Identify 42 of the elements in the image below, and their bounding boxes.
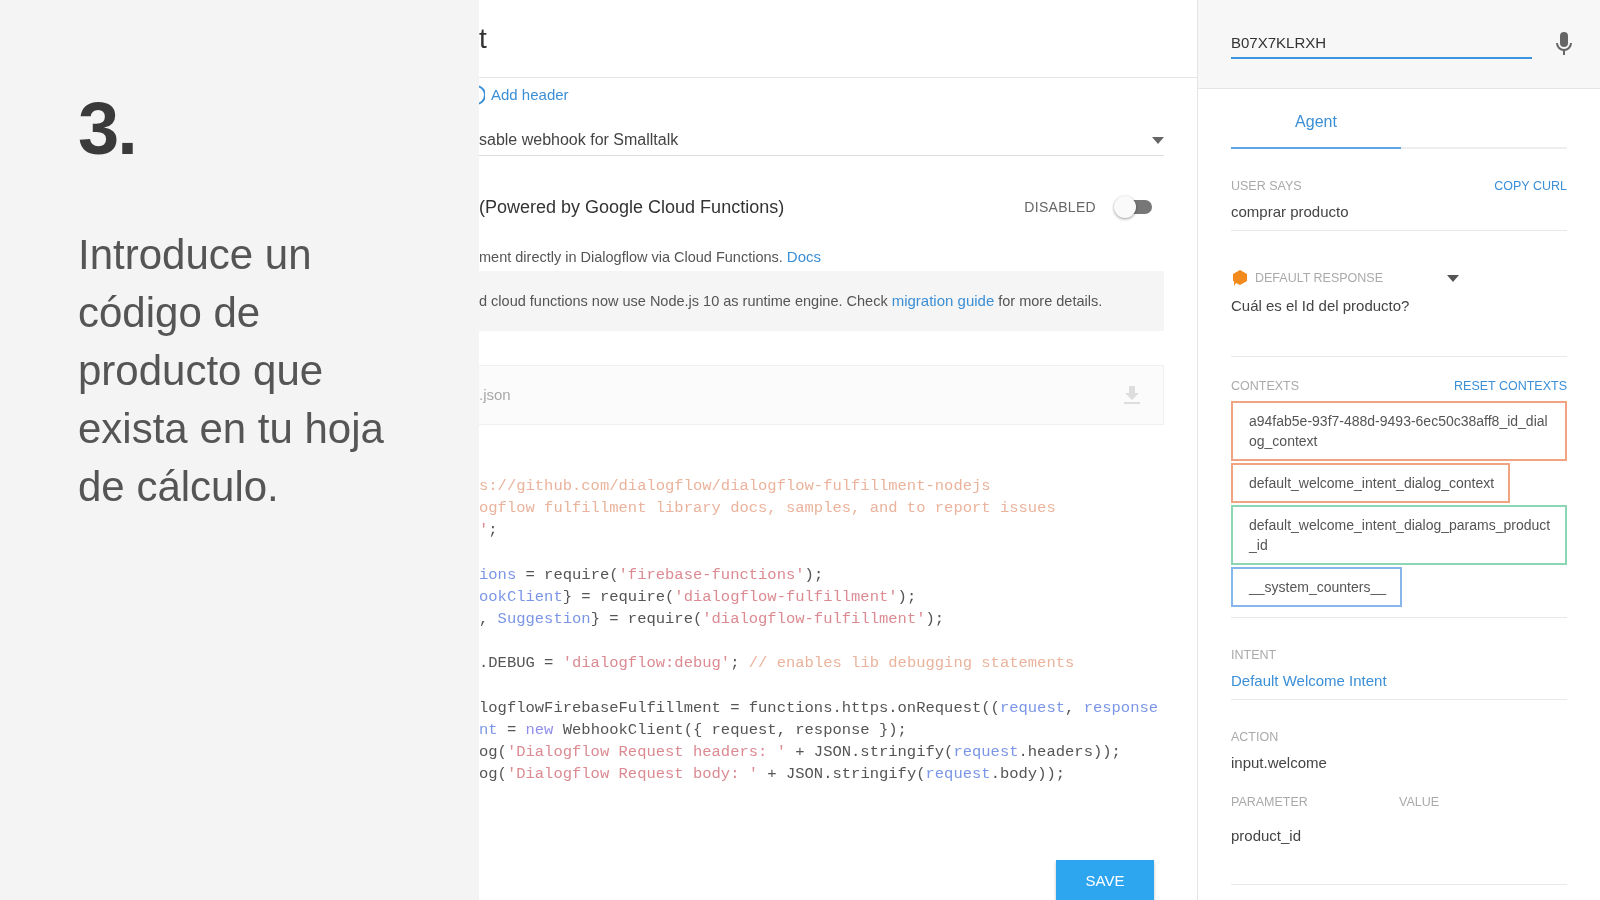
section-label: USER SAYS <box>1231 179 1302 193</box>
context-chip: __system_counters__ <box>1231 567 1402 607</box>
column-label: PARAMETER <box>1231 795 1309 809</box>
code-editor[interactable]: s://github.com/dialogflow/dialogflow-fulfillment-nodejs ogflow fulfillment library docs, samples, and to report issues '; ions = require('firebase-functions'); ookClient} = require('dialogflow-fulfillment'); , Suggestion} = require('dialogflow-fulfillment'); .DEBUG = 'dialogflow:debug'; // enables lib debugging statements logflowFirebaseFulfillment = functions.https.onRequest((request, response nt = new WebhookClient({ request, response }); og('Dialogflow Request headers: ' + JSON.stringify(request.headers)); og('Dialogflow Request body: ' + JSON.stringify(request.body)); <box>479 430 1164 830</box>
context-chip: default_welcome_intent_dialog_context <box>1231 463 1511 503</box>
action-text: input.welcome <box>1231 754 1328 773</box>
agent-logo-icon <box>1231 269 1249 287</box>
smalltalk-dropdown[interactable]: sable webhook for Smalltalk <box>479 131 1164 157</box>
reset-contexts-link[interactable]: RESET CONTEXTS <box>1454 379 1567 393</box>
save-button[interactable]: SAVE <box>1056 860 1154 900</box>
page-title: t <box>479 22 487 55</box>
description-text: ment directly in Dialogflow via Cloud Functions. Docs <box>479 248 823 266</box>
migration-guide-link[interactable]: migration guide <box>891 292 995 310</box>
response-text: Cuál es el Id del producto? <box>1231 297 1411 316</box>
instruction-text: producto que <box>78 347 324 394</box>
copy-curl-link[interactable]: COPY CURL <box>1494 179 1567 193</box>
column-label: VALUE <box>1399 795 1441 809</box>
instruction-text: exista en tu hoja <box>78 405 384 452</box>
context-chip: default_welcome_intent_dialog_params_product_id <box>1231 505 1567 565</box>
toggle-switch[interactable] <box>1114 196 1154 219</box>
notice-banner: d cloud functions now use Node.js 10 as runtime engine. Check migration guide for more details. <box>479 271 1164 331</box>
section-label: INTENT <box>1231 648 1277 662</box>
user-says-text: comprar producto <box>1231 203 1350 222</box>
step-number: 3. <box>78 92 136 166</box>
docs-link[interactable]: Docs <box>786 248 822 266</box>
caret-icon[interactable] <box>1447 274 1459 282</box>
microphone-icon[interactable] <box>1556 32 1572 56</box>
section-label: ACTION <box>1231 730 1279 744</box>
section-label: DEFAULT RESPONSE <box>1255 271 1384 285</box>
section-label: CONTEXTS <box>1231 379 1300 393</box>
section-title: (Powered by Google Cloud Functions) <box>479 196 785 218</box>
context-chip: a94fab5e-93f7-488d-9493-6ec50c38aff8_id_dialog_context <box>1231 401 1567 461</box>
file-name: .json <box>479 386 511 404</box>
instruction-text: Introduce un <box>78 231 312 278</box>
instruction-text: código de <box>78 289 261 336</box>
instruction-text: de cálculo. <box>78 463 279 510</box>
caret-icon <box>1152 136 1164 144</box>
agent-tab[interactable]: Agent <box>1231 109 1401 149</box>
parameter-name: product_id <box>1231 827 1303 846</box>
toggle-label: DISABLED <box>1024 199 1096 216</box>
intent-link[interactable]: Default Welcome Intent <box>1231 672 1387 699</box>
add-header-link[interactable]: Add header <box>491 86 569 104</box>
